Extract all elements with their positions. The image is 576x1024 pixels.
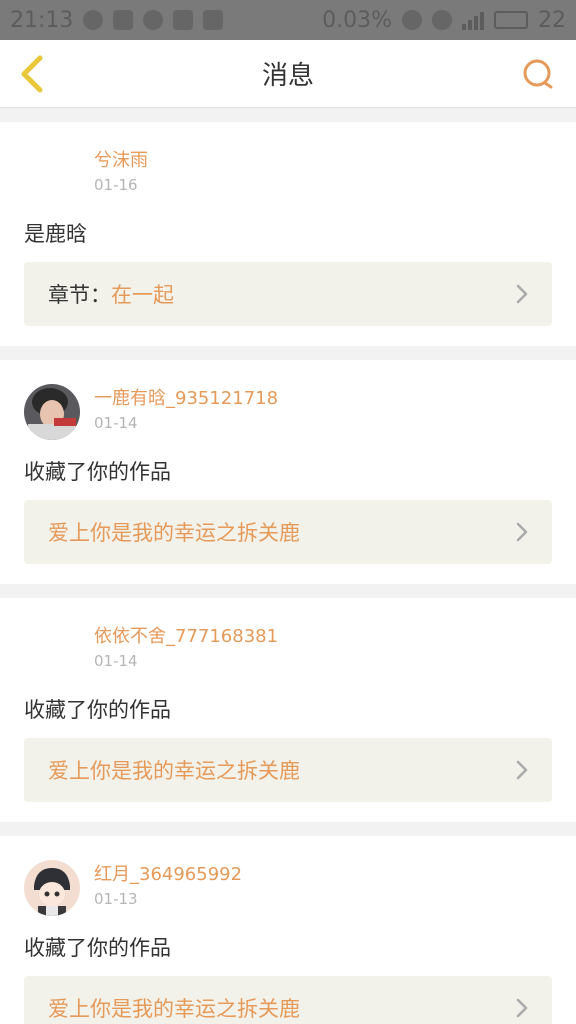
battery-icon [494, 11, 528, 29]
work-title: 在一起 [111, 283, 174, 307]
signal-strength: 22 [538, 7, 566, 33]
chevron-right-icon [516, 522, 528, 542]
user-meta: 一鹿有晗_935121718 01-14 [94, 384, 278, 432]
message-text: 是鹿晗 [24, 222, 87, 246]
message-feed: 兮沫雨 01-16 是鹿晗 章节： 在一起 一鹿有晗_935121718 01-… [0, 108, 576, 1024]
nav-bar: 消息 [0, 40, 576, 108]
status-right: 0.03% 22 [322, 8, 566, 33]
image-icon [173, 10, 194, 30]
search-icon [523, 59, 553, 89]
wifi-icon [432, 10, 452, 30]
divider [0, 822, 576, 836]
back-button[interactable] [12, 52, 52, 96]
message-date: 01-13 [94, 890, 138, 908]
signal-icon [462, 10, 484, 30]
username[interactable]: 一鹿有晗_935121718 [94, 388, 278, 410]
status-bar: 21:13 0.03% 22 [0, 0, 576, 40]
card-header: 兮沫雨 01-16 [24, 146, 148, 202]
avatar[interactable] [24, 384, 80, 440]
user-meta: 兮沫雨 01-16 [94, 146, 148, 194]
message-text: 收藏了你的作品 [24, 698, 171, 722]
avatar[interactable] [24, 622, 80, 678]
user-photo-icon [24, 384, 80, 440]
divider [0, 108, 576, 122]
chat-icon [143, 10, 164, 30]
avatar[interactable] [24, 860, 80, 916]
work-link[interactable]: 爱上你是我的幸运之拆关鹿 [24, 976, 552, 1024]
work-link[interactable]: 章节： 在一起 [24, 262, 552, 326]
alarm-icon [402, 10, 422, 30]
battery-percent: 0.03% [322, 7, 392, 33]
message-card[interactable]: 依依不舍_777168381 01-14 收藏了你的作品 爱上你是我的幸运之拆关… [0, 598, 576, 822]
card-header: 依依不舍_777168381 01-14 [24, 622, 278, 678]
message-date: 01-14 [94, 414, 138, 432]
status-left: 21:13 [10, 7, 224, 33]
message-date: 01-16 [94, 176, 138, 194]
work-link[interactable]: 爱上你是我的幸运之拆关鹿 [24, 738, 552, 802]
work-label: 章节： [48, 283, 111, 307]
message-card[interactable]: 红月_364965992 01-13 收藏了你的作品 爱上你是我的幸运之拆关鹿 [0, 836, 576, 1024]
card-header: 一鹿有晗_935121718 01-14 [24, 384, 278, 440]
username[interactable]: 依依不舍_777168381 [94, 626, 278, 648]
work-link[interactable]: 爱上你是我的幸运之拆关鹿 [24, 500, 552, 564]
user-meta: 红月_364965992 01-13 [94, 860, 242, 908]
divider [0, 346, 576, 360]
work-title: 爱上你是我的幸运之拆关鹿 [48, 759, 300, 783]
message-text: 收藏了你的作品 [24, 460, 171, 484]
chevron-right-icon [516, 998, 528, 1018]
cartoon-avatar-icon [24, 860, 80, 916]
chevron-right-icon [516, 284, 528, 304]
message-card[interactable]: 一鹿有晗_935121718 01-14 收藏了你的作品 爱上你是我的幸运之拆关… [0, 360, 576, 584]
username[interactable]: 兮沫雨 [94, 150, 148, 172]
app-icon [113, 10, 134, 30]
avatar[interactable] [24, 146, 80, 202]
download-icon [203, 10, 224, 30]
page-title: 消息 [261, 61, 314, 91]
chevron-right-icon [516, 760, 528, 780]
work-title: 爱上你是我的幸运之拆关鹿 [48, 997, 300, 1021]
divider [0, 584, 576, 598]
work-title: 爱上你是我的幸运之拆关鹿 [48, 521, 300, 545]
message-text: 收藏了你的作品 [24, 936, 171, 960]
status-time: 21:13 [10, 7, 74, 33]
username[interactable]: 红月_364965992 [94, 864, 242, 886]
search-button[interactable] [520, 56, 556, 92]
message-card[interactable]: 兮沫雨 01-16 是鹿晗 章节： 在一起 [0, 122, 576, 346]
user-meta: 依依不舍_777168381 01-14 [94, 622, 278, 670]
message-date: 01-14 [94, 652, 138, 670]
chevron-left-icon [21, 55, 43, 93]
notification-icon [83, 10, 104, 30]
card-header: 红月_364965992 01-13 [24, 860, 242, 916]
